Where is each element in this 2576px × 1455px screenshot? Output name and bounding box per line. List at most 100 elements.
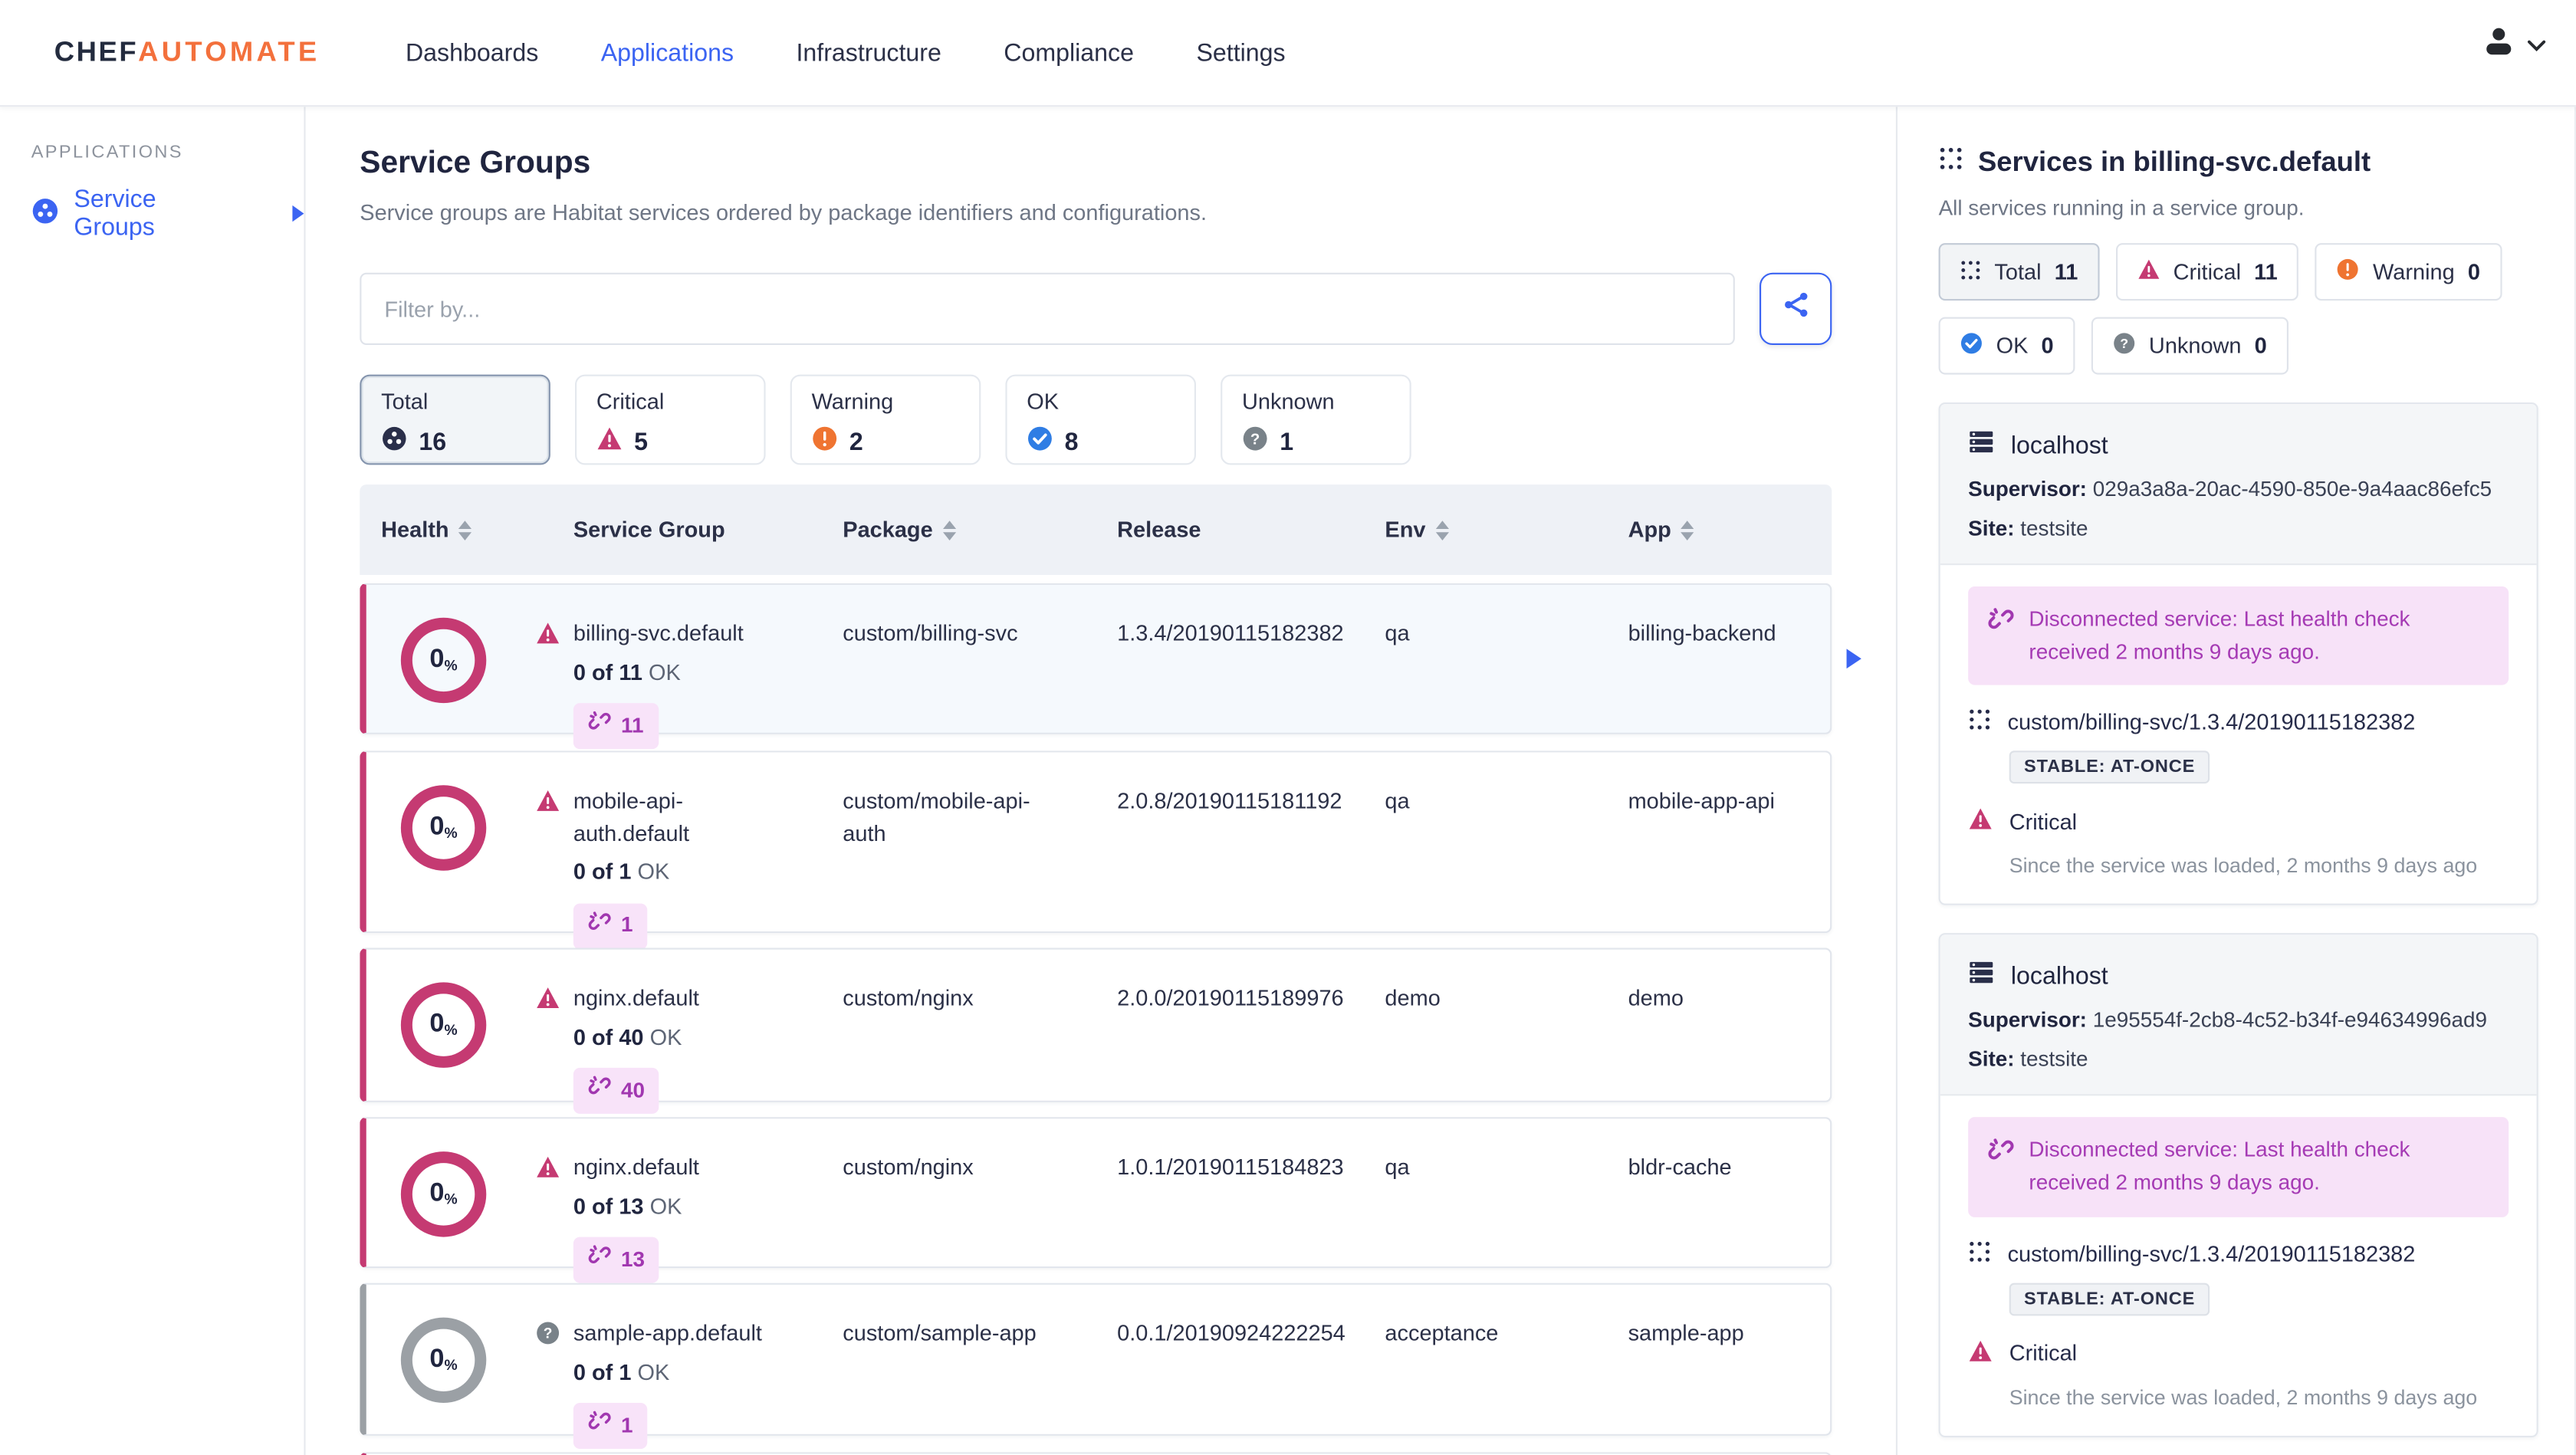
service-group-row[interactable]: 0% nginx.default 0 of 13 OK 13 custom/ng… bbox=[360, 1117, 1832, 1283]
broken-link-icon bbox=[1988, 603, 2014, 668]
service-card: localhost Supervisor: 1e95554f-2cb8-4c52… bbox=[1938, 933, 2538, 1437]
sidebar-item-label: Service Groups bbox=[74, 186, 156, 241]
disconnected-alert-text: Disconnected service: Last health check … bbox=[2029, 1137, 2410, 1195]
status-filter-count: 5 bbox=[634, 428, 649, 456]
panel-filter-critical[interactable]: Critical 11 bbox=[2115, 243, 2299, 301]
svg-text:?: ? bbox=[1250, 431, 1260, 448]
ok-icon bbox=[1960, 332, 1983, 360]
services-grid-icon bbox=[1939, 146, 1963, 179]
service-package: custom/billing-svc/1.3.4/20190115182382 bbox=[1968, 1240, 2509, 1267]
app-cell: mobile-app-api bbox=[1628, 788, 1775, 813]
package-cell: custom/mobile-api-auth bbox=[843, 788, 1030, 846]
status-filter-label: Unknown bbox=[1242, 389, 1335, 414]
supervisor-line: Supervisor: 029a3a8a-20ac-4590-850e-9a4a… bbox=[1968, 476, 2492, 501]
status-filter-total[interactable]: Total 16 bbox=[360, 374, 550, 465]
release-cell: 1.3.4/20190115182382 bbox=[1117, 621, 1344, 646]
service-group-row[interactable]: 0% ? sample-app.default 0 of 1 OK 1 cust… bbox=[360, 1283, 1832, 1449]
status-filter-count: 8 bbox=[1064, 428, 1079, 456]
sort-icon[interactable] bbox=[1435, 520, 1449, 540]
service-package-text: custom/billing-svc/1.3.4/20190115182382 bbox=[2007, 710, 2416, 735]
column-header-env[interactable]: Env bbox=[1385, 517, 1628, 542]
status-filter-warning[interactable]: Warning 2 bbox=[790, 374, 981, 465]
share-icon bbox=[1780, 289, 1812, 328]
sidebar: APPLICATIONS Service Groups bbox=[0, 107, 306, 1455]
sort-icon[interactable] bbox=[458, 520, 472, 540]
status-filter-label: OK bbox=[1027, 389, 1060, 414]
app-cell: demo bbox=[1628, 985, 1684, 1010]
service-card-header: localhost Supervisor: 029a3a8a-20ac-4590… bbox=[1940, 404, 2537, 566]
nav-item-dashboards[interactable]: Dashboards bbox=[406, 38, 538, 66]
disconnected-badge: 11 bbox=[573, 703, 659, 750]
critical-icon bbox=[2137, 258, 2160, 285]
critical-icon bbox=[536, 789, 560, 822]
services-panel: Services in billing-svc.default All serv… bbox=[1898, 107, 2576, 1455]
service-group-name: nginx.default bbox=[573, 1154, 699, 1180]
status-filter-count: 2 bbox=[849, 428, 863, 456]
warning-icon bbox=[812, 425, 838, 458]
app-cell: bldr-cache bbox=[1628, 1154, 1732, 1180]
release-cell: 2.0.0/20190115189976 bbox=[1117, 985, 1344, 1010]
unknown-icon: ? bbox=[536, 1321, 560, 1354]
status-filter-unknown[interactable]: Unknown ? 1 bbox=[1221, 374, 1411, 465]
panel-filter-total[interactable]: Total 11 bbox=[1938, 243, 2100, 301]
nav-item-infrastructure[interactable]: Infrastructure bbox=[796, 38, 941, 66]
status-filter-critical[interactable]: Critical 5 bbox=[575, 374, 766, 465]
broken-link-icon bbox=[1988, 1134, 2014, 1200]
column-header-health[interactable]: Health bbox=[381, 517, 573, 542]
panel-title-text: Services in billing-svc.default bbox=[1978, 146, 2371, 178]
service-group-row[interactable] bbox=[360, 1452, 1832, 1455]
user-menu[interactable] bbox=[2481, 23, 2547, 67]
disconnected-count: 1 bbox=[621, 1412, 633, 1437]
column-header-package[interactable]: Package bbox=[843, 517, 1117, 542]
sort-icon[interactable] bbox=[942, 520, 956, 540]
disconnected-alert-text: Disconnected service: Last health check … bbox=[2029, 606, 2410, 665]
selected-row-arrow-icon[interactable] bbox=[1846, 649, 1861, 669]
service-card-body: Disconnected service: Last health check … bbox=[1940, 1096, 2537, 1435]
unknown-icon: ? bbox=[2113, 332, 2136, 360]
service-status-detail: Since the service was loaded, 2 months 9… bbox=[2009, 854, 2478, 878]
nav-item-compliance[interactable]: Compliance bbox=[1004, 38, 1134, 66]
service-group-row[interactable]: 0% billing-svc.default 0 of 11 OK 11 cus… bbox=[360, 583, 1832, 750]
ok-count: 0 of 13 OK bbox=[573, 1193, 682, 1219]
service-package-text: custom/billing-svc/1.3.4/20190115182382 bbox=[2007, 1241, 2416, 1266]
server-icon bbox=[1968, 429, 1994, 461]
brand-chef: CHEF bbox=[54, 36, 139, 67]
disconnected-badge: 1 bbox=[573, 1403, 648, 1449]
sort-icon[interactable] bbox=[1681, 520, 1694, 540]
main-content: Service Groups Service groups are Habita… bbox=[305, 107, 1898, 1455]
share-button[interactable] bbox=[1760, 272, 1832, 345]
env-cell: qa bbox=[1385, 788, 1410, 813]
service-group-cell: nginx.default 0 of 40 OK 40 bbox=[573, 982, 843, 1114]
nav-item-applications[interactable]: Applications bbox=[601, 38, 734, 66]
critical-icon bbox=[596, 425, 623, 458]
chef-automate-logo[interactable]: CHEF AUTOMATE bbox=[54, 36, 320, 69]
services-grid-icon bbox=[1968, 708, 1991, 736]
page-title: Service Groups bbox=[360, 146, 591, 181]
nav-item-settings[interactable]: Settings bbox=[1196, 38, 1285, 66]
release-cell: 0.0.1/20190924222254 bbox=[1117, 1320, 1346, 1345]
service-group-row[interactable]: 0% nginx.default 0 of 40 OK 40 custom/ng… bbox=[360, 948, 1832, 1114]
sidebar-expand-arrow-icon[interactable] bbox=[292, 205, 304, 222]
service-group-row[interactable]: 0% mobile-api-auth.default 0 of 1 OK 1 c… bbox=[360, 750, 1832, 949]
disconnected-badge: 1 bbox=[573, 902, 648, 949]
package-cell: custom/nginx bbox=[843, 985, 974, 1010]
disconnected-alert: Disconnected service: Last health check … bbox=[1968, 1117, 2509, 1217]
panel-filter-ok[interactable]: OK 0 bbox=[1938, 317, 2075, 375]
panel-filter-warning[interactable]: Warning 0 bbox=[2315, 243, 2502, 301]
env-cell: demo bbox=[1385, 985, 1441, 1010]
env-cell: acceptance bbox=[1385, 1320, 1499, 1345]
service-group-cell: nginx.default 0 of 13 OK 13 bbox=[573, 1151, 843, 1283]
filter-input[interactable] bbox=[360, 272, 1735, 345]
service-group-name: sample-app.default bbox=[573, 1320, 762, 1345]
column-header-app[interactable]: App bbox=[1628, 517, 1832, 542]
ok-count: 0 of 1 OK bbox=[573, 1359, 670, 1384]
service-package: custom/billing-svc/1.3.4/20190115182382 bbox=[1968, 708, 2509, 736]
sidebar-section-label: APPLICATIONS bbox=[31, 143, 183, 163]
nav-items: Dashboards Applications Infrastructure C… bbox=[406, 38, 1286, 66]
status-filter-ok[interactable]: OK 8 bbox=[1005, 374, 1196, 465]
channel-badge: STABLE: AT-ONCE bbox=[2009, 1282, 2210, 1315]
panel-filter-unknown[interactable]: ? Unknown 0 bbox=[2091, 317, 2288, 375]
sidebar-item-service-groups[interactable]: Service Groups bbox=[31, 186, 304, 241]
ok-icon bbox=[1027, 425, 1053, 458]
app-cell: sample-app bbox=[1628, 1320, 1744, 1345]
